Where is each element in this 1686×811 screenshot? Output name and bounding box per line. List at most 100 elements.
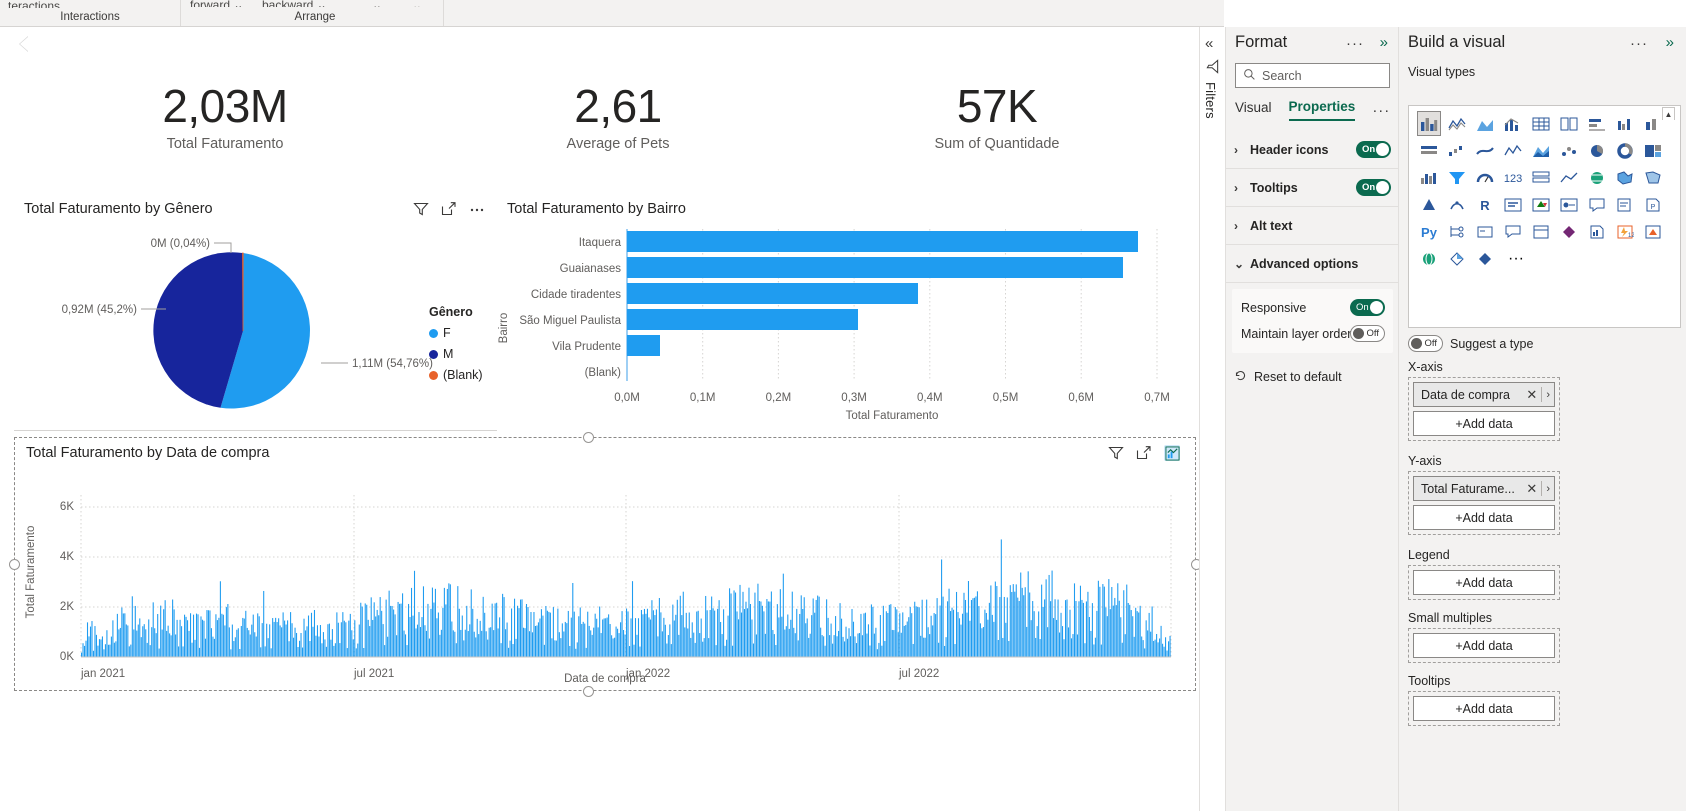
well-small-multiples[interactable]: +Add data xyxy=(1408,628,1560,663)
kpi-card-total-faturamento[interactable]: 2,03M Total Faturamento xyxy=(110,82,340,153)
suggest-a-type-toggle[interactable]: Off xyxy=(1408,335,1443,352)
responsive-toggle[interactable]: On xyxy=(1350,299,1385,316)
filter-icon[interactable] xyxy=(1205,59,1220,79)
visual-type-combo-icon[interactable] xyxy=(1501,111,1525,136)
header-icons-toggle[interactable]: On xyxy=(1356,141,1391,158)
filters-label[interactable]: Filters xyxy=(1203,82,1218,119)
well-x-axis[interactable]: Data de compra ✕ › +Add data xyxy=(1408,377,1560,441)
format-card-advanced-options[interactable]: ⌄ Advanced options xyxy=(1226,245,1399,283)
add-data-tooltips[interactable]: +Add data xyxy=(1413,696,1555,721)
visual-type-stacked-bar-icon[interactable] xyxy=(1417,111,1441,136)
field-chip-data-de-compra[interactable]: Data de compra ✕ › xyxy=(1413,382,1555,407)
advanced-row-responsive[interactable]: Responsive On xyxy=(1232,295,1393,321)
kpi-card-sum-quantidade[interactable]: 57K Sum of Quantidade xyxy=(882,82,1112,153)
visual-type-matrix2-icon[interactable] xyxy=(1529,219,1553,244)
format-pane-tabs[interactable]: Visual Properties ··· xyxy=(1235,99,1390,121)
visual-type-mekko-icon[interactable] xyxy=(1445,246,1469,271)
visual-type-map-icon[interactable] xyxy=(1585,165,1609,190)
visual-type-report-icon[interactable] xyxy=(1585,219,1609,244)
suggest-a-type-row[interactable]: Off Suggest a type xyxy=(1408,335,1533,352)
bar-itaquera[interactable] xyxy=(627,231,1138,252)
visual-type-matrix-icon[interactable] xyxy=(1529,111,1553,136)
visual-type-pie-icon[interactable] xyxy=(1585,138,1609,163)
resize-handle-top[interactable] xyxy=(583,432,594,443)
focus-mode-icon[interactable] xyxy=(1136,445,1152,461)
pie-slice-blank[interactable] xyxy=(242,252,244,332)
visual-column-data-compra[interactable]: Total Faturamento by Data de compra Tota… xyxy=(16,439,1194,689)
visual-type-card-icon[interactable]: 123 xyxy=(1501,165,1525,190)
kpi-card-average-pets[interactable]: 2,61 Average of Pets xyxy=(503,82,733,153)
add-data-small-multiples[interactable]: +Add data xyxy=(1413,633,1555,658)
visual-type-table-icon[interactable] xyxy=(1557,111,1581,136)
visual-type-kpi-icon[interactable] xyxy=(1557,165,1581,190)
ribbon-cut-chev1[interactable]: ⌄ xyxy=(372,0,382,7)
visual-header-icons[interactable] xyxy=(1108,445,1180,461)
remove-field-icon[interactable]: ✕ xyxy=(1526,387,1537,403)
remove-field-icon[interactable]: ✕ xyxy=(1526,481,1537,497)
add-data-y-axis[interactable]: +Add data xyxy=(1413,505,1555,530)
visual-header-icons[interactable] xyxy=(413,201,485,217)
visual-type-clustered-column-icon[interactable] xyxy=(1613,111,1637,136)
resize-handle-left[interactable] xyxy=(9,559,20,570)
visual-type-stacked-area-icon[interactable] xyxy=(1529,138,1553,163)
visual-types-overflow-icon[interactable]: ··· xyxy=(1501,246,1531,271)
format-pane[interactable]: Format ··· » Search Visual Properties ··… xyxy=(1225,27,1399,811)
ribbon-cut-chev2[interactable]: ⌄ xyxy=(412,0,422,7)
format-card-alt-text[interactable]: › Alt text xyxy=(1226,207,1399,245)
collapse-pane-icon[interactable]: « xyxy=(1205,35,1213,52)
well-y-axis[interactable]: Total Faturame... ✕ › +Add data xyxy=(1408,471,1560,535)
visual-type-area-icon[interactable] xyxy=(1473,111,1497,136)
visual-type-scatter-icon[interactable] xyxy=(1557,138,1581,163)
visual-type-globe-icon[interactable] xyxy=(1417,246,1441,271)
resize-handle-bottom[interactable] xyxy=(583,686,594,697)
maintain-layer-order-toggle[interactable]: Off xyxy=(1350,325,1385,342)
visual-type-power-apps-icon[interactable] xyxy=(1557,219,1581,244)
report-canvas[interactable]: 2,03M Total Faturamento 2,61 Average of … xyxy=(0,27,1224,811)
visual-type-more-visuals-icon[interactable] xyxy=(1473,246,1497,271)
field-chip-total-faturamento[interactable]: Total Faturame... ✕ › xyxy=(1413,476,1555,501)
filters-rail[interactable]: « Filters xyxy=(1199,27,1225,811)
format-pane-more-icon[interactable]: ··· xyxy=(1346,35,1364,52)
visual-type-hierarchy-icon[interactable] xyxy=(1445,219,1469,244)
visual-type-slicer-icon[interactable] xyxy=(1501,192,1525,217)
visual-bar-bairro[interactable]: Total Faturamento by Bairro Bairro Itaqu… xyxy=(497,195,1200,431)
format-tabs-more-icon[interactable]: ··· xyxy=(1372,102,1390,119)
visual-type-gauge-icon[interactable] xyxy=(1473,165,1497,190)
add-data-legend[interactable]: +Add data xyxy=(1413,570,1555,595)
visual-type-clustered-bar-icon[interactable] xyxy=(1585,111,1609,136)
build-pane-more-icon[interactable]: ··· xyxy=(1630,35,1648,52)
visual-type-multirow-card-icon[interactable] xyxy=(1529,165,1553,190)
visual-types-scrollbar[interactable]: ▲ xyxy=(1662,107,1675,326)
legend-item-f[interactable]: F xyxy=(429,326,483,340)
visual-type-filled-map-icon[interactable] xyxy=(1613,165,1637,190)
focus-mode-icon[interactable] xyxy=(441,201,457,217)
tab-visual[interactable]: Visual xyxy=(1235,100,1272,120)
reset-to-default-button[interactable]: Reset to default xyxy=(1234,369,1342,385)
bar-vila-prudente[interactable] xyxy=(627,335,660,356)
build-pane-expand-icon[interactable]: » xyxy=(1666,34,1674,51)
ribbon-cut-backward[interactable]: backward ⌄ xyxy=(262,0,327,7)
bar-guaianases[interactable] xyxy=(627,257,1123,278)
add-data-x-axis[interactable]: +Add data xyxy=(1413,411,1555,436)
visual-type-line-icon[interactable] xyxy=(1445,111,1469,136)
visual-type-r-script-icon[interactable]: R xyxy=(1473,192,1497,217)
well-tooltips[interactable]: +Add data xyxy=(1408,691,1560,726)
visual-type-ribbon-icon[interactable] xyxy=(1473,138,1497,163)
filter-icon[interactable] xyxy=(413,201,429,217)
well-legend[interactable]: +Add data xyxy=(1408,565,1560,600)
visual-types-gallery[interactable]: 123 R P Py 123 xyxy=(1408,105,1681,328)
format-card-header-icons[interactable]: › Header icons On xyxy=(1226,131,1399,169)
visual-type-donut-icon[interactable] xyxy=(1613,138,1637,163)
tab-properties[interactable]: Properties xyxy=(1288,99,1356,121)
visual-type-azure-map-icon[interactable] xyxy=(1445,192,1469,217)
visual-type-waterfall-icon[interactable] xyxy=(1445,138,1469,163)
field-menu-icon[interactable]: › xyxy=(1546,483,1550,495)
visual-type-funnel-icon[interactable] xyxy=(1445,165,1469,190)
ribbon-cut-forward[interactable]: forward ⌄ xyxy=(190,0,243,7)
legend-item-blank[interactable]: (Blank) xyxy=(429,368,483,382)
visual-type-python-icon[interactable]: Py xyxy=(1417,219,1441,244)
visual-type-histogram-icon[interactable] xyxy=(1417,165,1441,190)
filter-icon[interactable] xyxy=(1108,445,1124,461)
tooltips-toggle[interactable]: On xyxy=(1356,179,1391,196)
format-search-input[interactable]: Search xyxy=(1235,63,1390,88)
